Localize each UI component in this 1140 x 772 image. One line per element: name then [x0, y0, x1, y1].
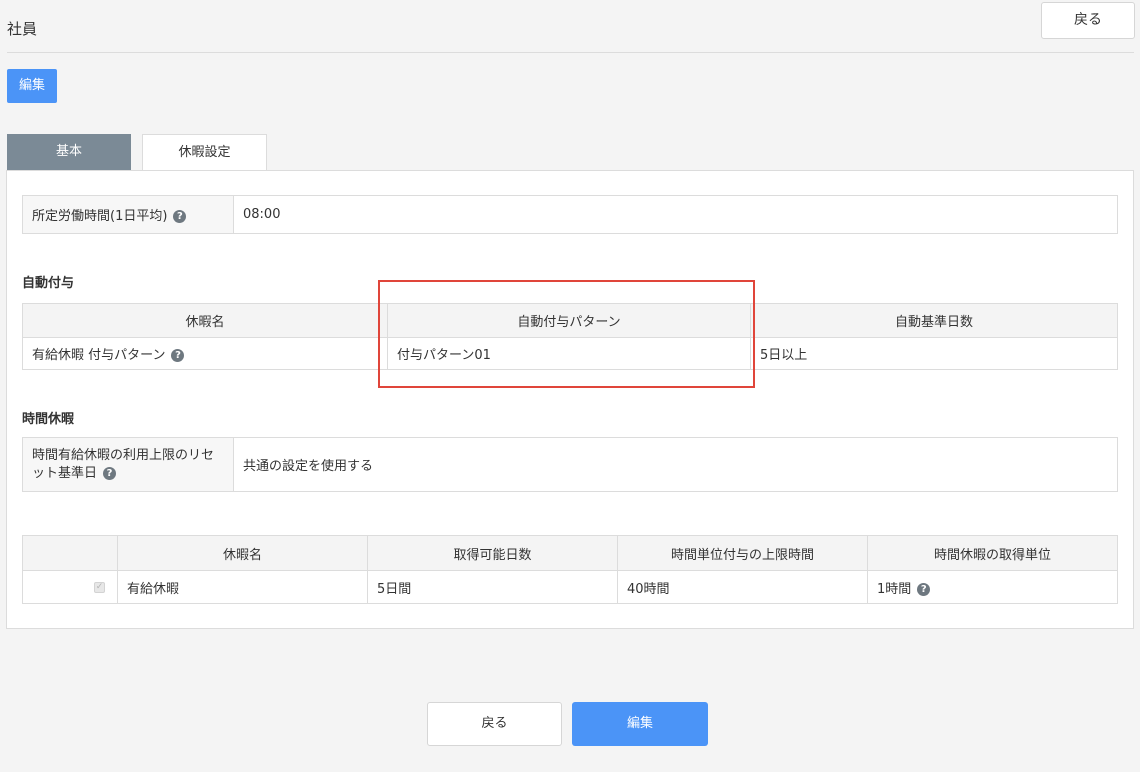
tab-basic[interactable]: 基本: [7, 134, 131, 170]
hourly-leave-label-cell: 時間有給休暇の利用上限のリセット基準日?: [22, 437, 234, 492]
hourly-leave-label: 時間有給休暇の利用上限のリセット基準日: [32, 447, 215, 481]
header-label: 時間単位付与の上限時間: [670, 547, 814, 563]
leave-row-unit: 1時間: [877, 581, 912, 597]
leave-table-header-max-hours: 時間単位付与の上限時間: [617, 535, 868, 571]
auto-grant-days-cell: 5日以上: [750, 337, 1118, 370]
leave-table-header-days: 取得可能日数: [367, 535, 618, 571]
header-label: 休暇名: [185, 315, 225, 330]
header-label: 取得可能日数: [453, 547, 532, 563]
work-hours-label-cell: 所定労働時間(1日平均)?: [22, 195, 234, 234]
leave-row-name-cell: 有給休暇: [117, 570, 368, 604]
edit-button-top[interactable]: 編集: [7, 69, 57, 103]
leave-row-days: 5日間: [377, 581, 412, 597]
auto-grant-name-cell: 有給休暇 付与パターン?: [22, 337, 388, 370]
work-hours-value: 08:00: [243, 207, 281, 222]
hourly-leave-value: 共通の設定を使用する: [243, 459, 374, 474]
help-icon[interactable]: ?: [103, 466, 117, 480]
auto-grant-name: 有給休暇 付与パターン: [32, 348, 166, 363]
help-icon[interactable]: ?: [173, 210, 187, 223]
leave-row-days-cell: 5日間: [367, 570, 618, 604]
auto-grant-header-days: 自動基準日数: [750, 303, 1118, 338]
page-title: 社員: [7, 20, 38, 38]
hourly-leave-title: 時間休暇: [22, 412, 75, 427]
work-hours-value-cell: 08:00: [233, 195, 1118, 234]
leave-row-max-hours-cell: 40時間: [617, 570, 868, 604]
leave-row-unit-cell: 1時間?: [867, 570, 1118, 604]
hourly-leave-value-cell: 共通の設定を使用する: [233, 437, 1118, 492]
leave-row-name: 有給休暇: [127, 581, 180, 597]
highlight-box: [378, 280, 755, 388]
back-button[interactable]: 戻る: [427, 702, 562, 746]
auto-grant-header-name: 休暇名: [22, 303, 388, 338]
leave-table-header-check: [22, 535, 118, 571]
tab-leave-settings[interactable]: 休暇設定: [142, 134, 267, 171]
auto-grant-days: 5日以上: [760, 348, 808, 363]
edit-button[interactable]: 編集: [572, 702, 708, 746]
leave-table-header-name: 休暇名: [117, 535, 368, 571]
help-icon[interactable]: ?: [171, 349, 185, 362]
leave-row-max-hours: 40時間: [627, 581, 670, 597]
leave-row-check-cell: ✓: [22, 570, 118, 604]
auto-grant-title: 自動付与: [22, 276, 75, 291]
back-button-top[interactable]: 戻る: [1041, 2, 1135, 39]
leave-table-header-unit: 時間休暇の取得単位: [867, 535, 1118, 571]
help-icon[interactable]: ?: [917, 582, 931, 596]
header-label: 自動基準日数: [894, 315, 973, 330]
header-divider: [7, 52, 1134, 53]
header-label: 時間休暇の取得単位: [933, 547, 1051, 563]
header-label: 休暇名: [222, 547, 262, 563]
work-hours-label: 所定労働時間(1日平均): [32, 209, 168, 224]
checkbox-icon[interactable]: ✓: [94, 581, 105, 593]
